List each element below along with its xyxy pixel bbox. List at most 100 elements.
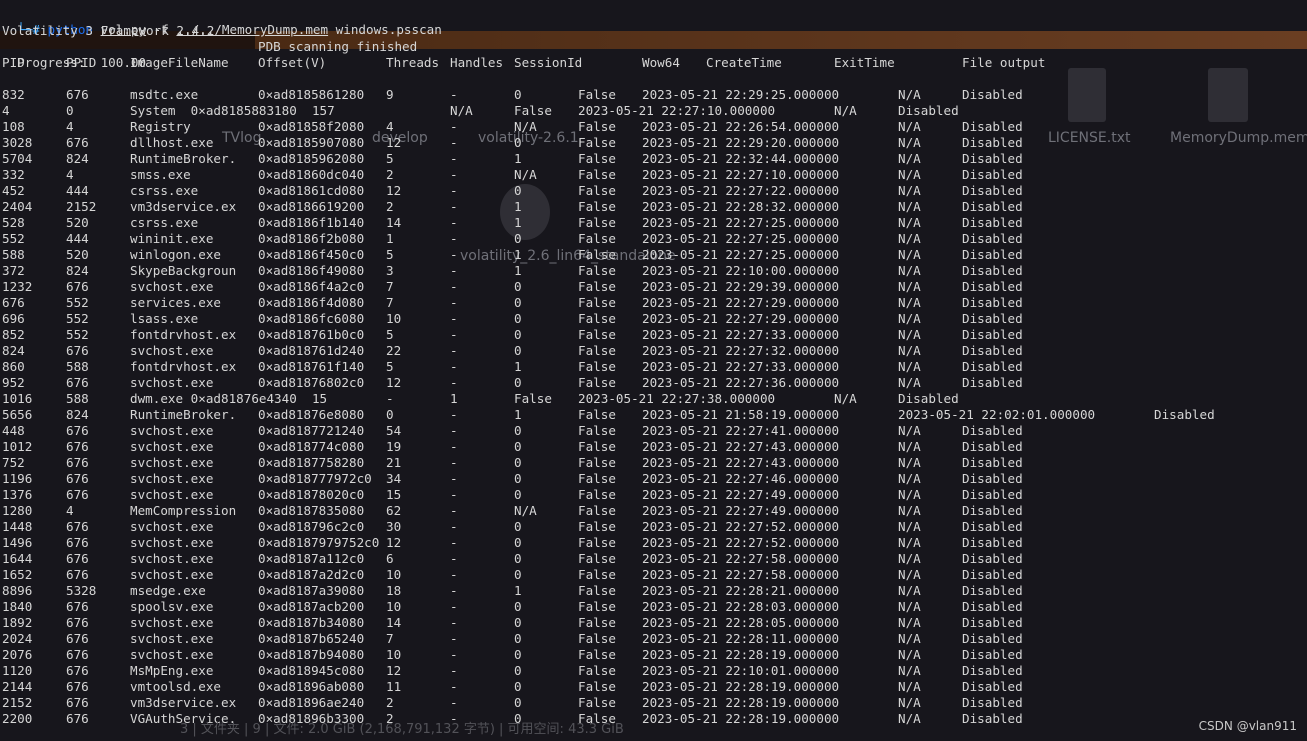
table-header: PID PPID ImageFileName Offset(V) Threads… (2, 55, 1307, 71)
table-cell: 0 (514, 631, 522, 646)
table-cell: Disabled (962, 215, 1023, 230)
table-cell: svchost.exe (130, 375, 214, 390)
table-cell: 2023-05-21 22:29:20.000000 (642, 135, 840, 150)
table-cell: Disabled (962, 471, 1023, 486)
table-cell: N/A (898, 87, 921, 102)
table-cell: 0 (514, 599, 522, 614)
table-cell: System 0×ad8185883180 157 (130, 103, 335, 118)
table-cell: - (450, 407, 458, 422)
table-cell: 448 (2, 423, 25, 438)
table-cell: 676 (66, 423, 89, 438)
table-cell: 6 (386, 551, 394, 566)
table-cell: N/A (898, 583, 921, 598)
table-cell: 1120 (2, 663, 33, 678)
table-cell: 19 (386, 439, 402, 454)
table-cell: svchost.exe (130, 519, 214, 534)
col-ppid: PPID (66, 55, 97, 70)
table-cell: 824 (2, 343, 25, 358)
table-cell: vm3dservice.ex (130, 695, 237, 710)
table-cell: 108 (2, 119, 25, 134)
table-cell: 0×ad81860dc040 (258, 167, 365, 182)
table-cell: N/A (898, 615, 921, 630)
table-row: 2076 676 svchost.exe 0×ad8187b94080 10 - 0 Fals… (2, 647, 1307, 663)
table-cell: 0×ad81861cd080 (258, 183, 365, 198)
table-cell: 5 (386, 359, 394, 374)
table-cell: 1 (514, 359, 522, 374)
table-row: 552 444 wininit.exe 0×ad8186f2b080 1 - 0 False 2… (2, 231, 1307, 247)
table-cell: False (578, 279, 616, 294)
table-cell: - (450, 199, 458, 214)
table-cell: 1232 (2, 279, 33, 294)
table-cell: 0×ad81896ae240 (258, 695, 365, 710)
table-cell: svchost.exe (130, 439, 214, 454)
table-cell: 676 (66, 615, 89, 630)
table-cell: 2023-05-21 21:58:19.000000 (642, 407, 840, 422)
table-cell: 520 (66, 247, 89, 262)
table-cell: 2023-05-21 22:27:25.000000 (642, 215, 840, 230)
table-cell: 552 (66, 295, 89, 310)
table-cell: 2023-05-21 22:27:38.000000 (578, 391, 776, 406)
table-cell: 2023-05-21 22:10:01.000000 (642, 663, 840, 678)
table-cell: 0×ad8186f1b140 (258, 215, 365, 230)
table-cell: 676 (66, 663, 89, 678)
table-row: 1652 676 svchost.exe 0×ad8187a2d2c0 10 - 0 Fals… (2, 567, 1307, 583)
table-cell: 860 (2, 359, 25, 374)
table-cell: - (450, 615, 458, 630)
table-cell: False (578, 231, 616, 246)
table-cell: False (578, 151, 616, 166)
watermark: CSDN @vlan911 (1198, 719, 1297, 733)
table-cell: False (578, 247, 616, 262)
table-cell: - (450, 215, 458, 230)
table-cell: 0×ad8187835080 (258, 503, 365, 518)
table-cell: False (578, 647, 616, 662)
table-cell: False (514, 103, 552, 118)
table-row: 372 824 SkypeBackgroun 0×ad8186f49080 3 - 1 Fal… (2, 263, 1307, 279)
table-cell: 2023-05-21 22:27:25.000000 (642, 231, 840, 246)
table-cell: Disabled (962, 519, 1023, 534)
table-cell: 2023-05-21 22:27:22.000000 (642, 183, 840, 198)
table-cell: Disabled (962, 311, 1023, 326)
col-exit: ExitTime (834, 55, 895, 70)
table-cell: Disabled (962, 183, 1023, 198)
table-cell: 10 (386, 311, 402, 326)
table-cell: lsass.exe (130, 311, 199, 326)
table-cell: Disabled (962, 439, 1023, 454)
table-cell: 2023-05-21 22:29:25.000000 (642, 87, 840, 102)
table-cell: 2023-05-21 22:28:11.000000 (642, 631, 840, 646)
table-cell: 1 (514, 151, 522, 166)
table-cell: N/A (898, 215, 921, 230)
table-cell: 14 (386, 215, 402, 230)
table-cell: N/A (898, 167, 921, 182)
table-cell: - (450, 439, 458, 454)
table-cell: - (450, 487, 458, 502)
table-cell: - (450, 359, 458, 374)
table-row: 2024 676 svchost.exe 0×ad8187b65240 7 - 0 False… (2, 631, 1307, 647)
table-row: 1012 676 svchost.exe 0×ad818774c080 19 - 0 Fals… (2, 439, 1307, 455)
table-cell: 2 (386, 199, 394, 214)
table-cell: csrss.exe (130, 183, 199, 198)
table-cell: - (450, 183, 458, 198)
table-cell: 832 (2, 87, 25, 102)
table-cell: N/A (898, 119, 921, 134)
table-cell: 676 (66, 487, 89, 502)
table-cell: 5 (386, 247, 394, 262)
table-cell: - (450, 343, 458, 358)
table-cell: 2023-05-21 22:26:54.000000 (642, 119, 840, 134)
table-cell: 2023-05-21 22:02:01.000000 (898, 407, 1096, 422)
table-cell: 5656 (2, 407, 33, 422)
table-cell: N/A (834, 391, 857, 406)
table-cell: False (578, 679, 616, 694)
table-cell: Disabled (962, 87, 1023, 102)
table-cell: False (578, 199, 616, 214)
table-cell: 2023-05-21 22:27:49.000000 (642, 503, 840, 518)
table-cell: N/A (898, 359, 921, 374)
table-cell: Registry (130, 119, 191, 134)
table-cell: winlogon.exe (130, 247, 221, 262)
table-cell: - (386, 391, 394, 406)
table-cell: 676 (66, 711, 89, 726)
table-cell: 588 (2, 247, 25, 262)
table-cell: Disabled (962, 167, 1023, 182)
table-cell: 1 (514, 583, 522, 598)
table-cell: 824 (66, 407, 89, 422)
table-cell: False (578, 375, 616, 390)
